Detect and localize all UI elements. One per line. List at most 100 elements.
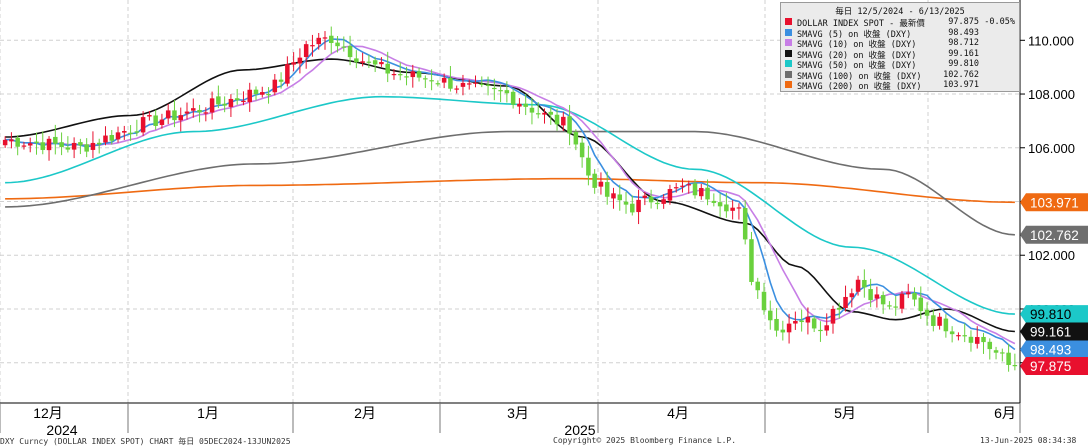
candle-body xyxy=(303,44,309,57)
end-label-value: 97.875 xyxy=(1030,359,1071,374)
candle-body xyxy=(962,335,967,337)
candle-body xyxy=(799,320,804,323)
candle-body xyxy=(498,90,503,92)
candle-body xyxy=(147,115,152,117)
legend-swatch xyxy=(785,81,792,88)
candle-body xyxy=(466,83,472,85)
candle-body xyxy=(561,116,566,126)
legend-series-name: SMAVG (200) on 收盤 (DXY) xyxy=(797,82,922,92)
candle-body xyxy=(78,142,83,146)
candle-body xyxy=(197,109,202,113)
end-label-value: 102.762 xyxy=(1030,228,1079,243)
y-tick-label: 108.000 xyxy=(1028,87,1075,102)
candle-body xyxy=(862,279,867,288)
candle-body xyxy=(448,78,453,89)
candle-body xyxy=(774,318,779,331)
candle-body xyxy=(316,37,321,45)
candle-body xyxy=(247,89,252,103)
legend-swatch xyxy=(785,49,792,57)
candle-body xyxy=(943,318,949,332)
legend-series-change: -0.05% xyxy=(984,17,1015,27)
candle-body xyxy=(134,131,140,133)
candle-body xyxy=(322,37,328,39)
candle-body xyxy=(717,202,723,207)
candle-body xyxy=(27,143,33,146)
candle-body xyxy=(128,132,133,134)
candle-body xyxy=(956,335,961,337)
candle-body xyxy=(931,315,936,326)
candle-body xyxy=(592,173,597,188)
candle-body xyxy=(272,79,278,93)
legend-series-value: 103.971 xyxy=(943,80,979,90)
candle-body xyxy=(504,90,510,94)
candle-body xyxy=(1000,352,1005,354)
candle-body xyxy=(109,135,115,141)
candle-body xyxy=(71,142,77,150)
candle-body xyxy=(786,323,792,333)
candle-body xyxy=(234,98,240,101)
candle-body xyxy=(937,316,942,326)
candle-body xyxy=(918,297,924,312)
candle-body xyxy=(34,141,39,143)
candle-body xyxy=(617,194,623,201)
candle-body xyxy=(573,131,579,145)
candle-body xyxy=(379,62,384,65)
candle-body xyxy=(699,188,704,197)
x-month-label: 4月 xyxy=(667,405,689,421)
candle-body xyxy=(103,135,108,143)
candle-body xyxy=(416,71,422,78)
candle-body xyxy=(642,195,648,198)
candle-body xyxy=(140,117,146,133)
candle-body xyxy=(749,239,754,282)
end-label-value: 103.971 xyxy=(1030,195,1079,210)
candle-body xyxy=(410,71,416,78)
candle-body xyxy=(429,80,434,82)
candle-body xyxy=(811,318,817,329)
candle-body xyxy=(818,329,823,332)
end-label-value: 99.161 xyxy=(1030,325,1071,340)
legend-series-value: 98.712 xyxy=(948,38,979,48)
candle-body xyxy=(868,289,873,301)
footer-timestamp: 13-Jun-2025 08:34:38 xyxy=(980,436,1077,445)
legend-series-value: 99.810 xyxy=(948,59,979,69)
candle-body xyxy=(824,325,829,331)
candle-body xyxy=(423,78,428,80)
candle-body xyxy=(9,139,14,142)
candle-body xyxy=(404,76,409,78)
candle-body xyxy=(191,108,196,111)
footer-source: DXY Curncy (DOLLAR INDEX SPOT) CHART 毎日 … xyxy=(0,437,291,446)
candle-body xyxy=(297,57,303,64)
candle-body xyxy=(178,115,183,121)
candle-body xyxy=(630,203,635,213)
candle-body xyxy=(391,73,397,76)
candle-body xyxy=(441,77,447,83)
candle-body xyxy=(837,307,842,310)
candle-body xyxy=(165,110,171,119)
legend-swatch xyxy=(785,28,792,36)
candle-body xyxy=(90,142,96,150)
candle-body xyxy=(968,336,974,343)
candle-body xyxy=(579,142,585,158)
candle-body xyxy=(517,103,522,107)
candle-body xyxy=(122,131,127,133)
candle-body xyxy=(360,61,365,63)
candle-body xyxy=(724,204,729,212)
candle-body xyxy=(586,157,591,176)
candle-body xyxy=(529,107,535,113)
candle-body xyxy=(623,201,629,205)
legend: 毎日 12/5/2024 - 6/13/2025 DOLLAR INDEX SP… xyxy=(780,2,1020,92)
candle-body xyxy=(535,113,541,115)
candle-body xyxy=(216,96,221,105)
candle-body xyxy=(492,87,497,90)
candle-body xyxy=(241,100,246,103)
candle-body xyxy=(203,112,209,114)
sma-100-line xyxy=(5,130,1015,236)
candle-body xyxy=(159,119,165,125)
candle-body xyxy=(711,200,717,203)
x-month-label: 6月 xyxy=(994,405,1016,421)
candle-body xyxy=(949,331,955,335)
candle-body xyxy=(974,337,980,344)
candle-body xyxy=(46,138,52,151)
x-month-label: 1月 xyxy=(197,405,219,421)
legend-series-value: 102.762 xyxy=(943,69,979,80)
